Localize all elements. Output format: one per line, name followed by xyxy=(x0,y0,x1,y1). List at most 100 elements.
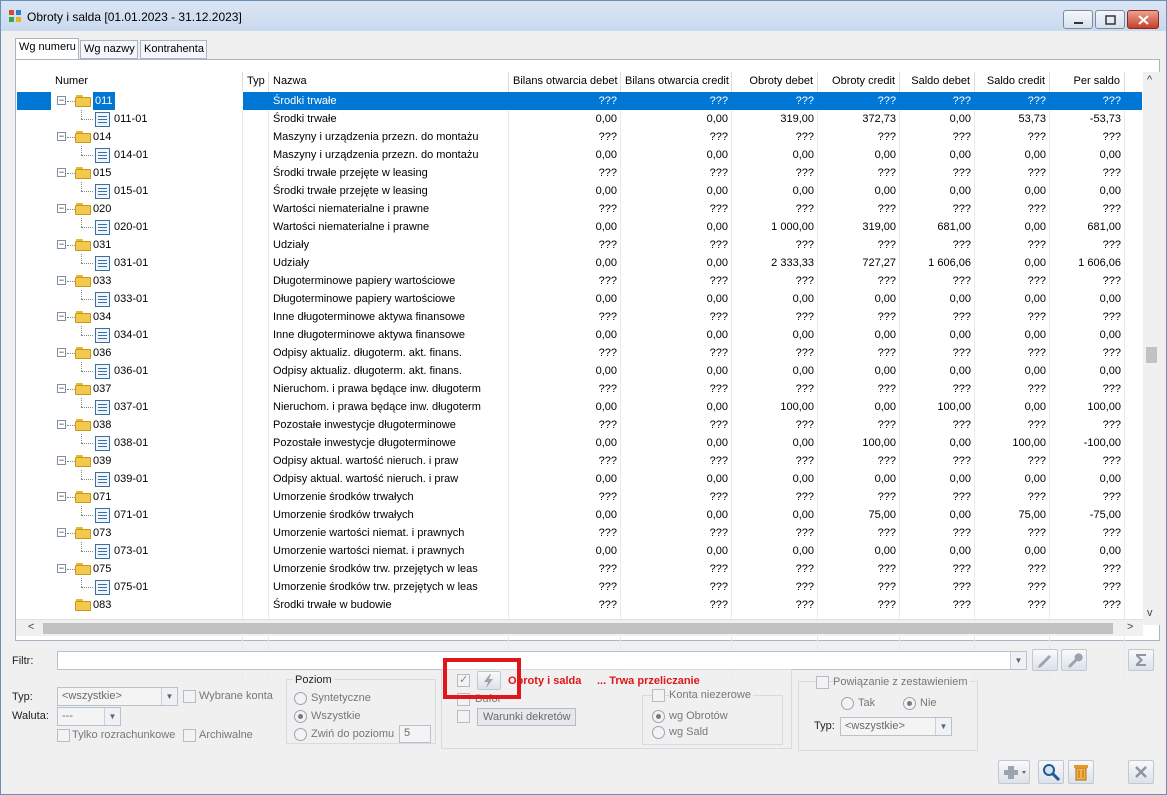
zwin-radio[interactable] xyxy=(294,728,307,741)
table-row[interactable]: 020-01 Wartości niematerialne i prawne 0,0… xyxy=(17,218,1142,236)
table-row[interactable]: 015-01 Środki trwałe przejęte w leasing 0,… xyxy=(17,182,1142,200)
numer-cell[interactable]: 033-01 xyxy=(51,290,243,308)
numer-cell[interactable]: − 039 xyxy=(51,452,243,470)
sum-button[interactable] xyxy=(1128,649,1154,671)
collapse-toggle-icon[interactable]: − xyxy=(57,528,66,537)
search-button[interactable] xyxy=(1038,760,1064,784)
column-header[interactable]: Nazwa xyxy=(269,72,509,91)
close-window-button[interactable] xyxy=(1127,10,1159,29)
table-row[interactable]: − 014 Maszyny i urządzenia przezn. do mont… xyxy=(17,128,1142,146)
numer-cell[interactable]: − 073 xyxy=(51,524,243,542)
column-header[interactable]: Bilans otwarcia credit xyxy=(621,72,732,91)
table-row[interactable]: 037-01 Nieruchom. i prawa będące inw. dłu… xyxy=(17,398,1142,416)
table-row[interactable]: − 038 Pozostałe inwestycje długoterminowe?… xyxy=(17,416,1142,434)
numer-cell[interactable]: − 033 xyxy=(51,272,243,290)
numer-cell[interactable]: 071-01 xyxy=(51,506,243,524)
numer-cell[interactable]: − 075 xyxy=(51,560,243,578)
table-row[interactable]: − 036 Odpisy aktualiz. długoterm. akt. fin… xyxy=(17,344,1142,362)
collapse-toggle-icon[interactable]: − xyxy=(57,492,66,501)
numer-cell[interactable]: 083 xyxy=(51,596,243,614)
column-header[interactable]: Numer xyxy=(51,72,243,91)
table-row[interactable]: 039-01 Odpisy aktual. wartość nieruch. i … xyxy=(17,470,1142,488)
wg-sald-radio[interactable] xyxy=(652,726,665,739)
numer-cell[interactable]: − 034 xyxy=(51,308,243,326)
numer-cell[interactable]: 011-01 xyxy=(51,110,243,128)
table-row[interactable]: − 037 Nieruchom. i prawa będące inw. długo… xyxy=(17,380,1142,398)
collapse-toggle-icon[interactable]: − xyxy=(57,168,66,177)
powiazanie-typ-dropdown-button[interactable]: ▼ xyxy=(935,718,951,735)
column-header[interactable]: Bilans otwarcia debet xyxy=(509,72,621,91)
collapse-toggle-icon[interactable]: − xyxy=(57,456,66,465)
konta-niezerowe-checkbox[interactable] xyxy=(652,689,665,702)
wybrane-konta-checkbox[interactable] xyxy=(183,690,196,703)
numer-cell[interactable]: − 020 xyxy=(51,200,243,218)
typ-select[interactable]: <wszystkie> ▼ xyxy=(57,687,178,706)
table-row[interactable]: − 039 Odpisy aktual. wartość nieruch. i pr… xyxy=(17,452,1142,470)
minimize-button[interactable] xyxy=(1063,10,1093,29)
column-header[interactable]: Saldo debet xyxy=(900,72,975,91)
table-row[interactable]: − 034 Inne długoterminowe aktywa finansowe… xyxy=(17,308,1142,326)
numer-cell[interactable]: − 011 xyxy=(51,92,243,110)
table-row[interactable]: 014-01 Maszyny i urządzenia przezn. do mo… xyxy=(17,146,1142,164)
edit-filter-button[interactable] xyxy=(1032,649,1058,671)
table-row[interactable]: 038-01 Pozostałe inwestycje długoterminow… xyxy=(17,434,1142,452)
table-row[interactable]: 075-01 Umorzenie środków trw. przejętych … xyxy=(17,578,1142,596)
delete-button[interactable] xyxy=(1068,760,1094,784)
numer-cell[interactable]: 014-01 xyxy=(51,146,243,164)
table-row[interactable]: 083 Środki trwałe w budowie??????????????… xyxy=(17,596,1142,614)
filter-input[interactable]: ▼ xyxy=(57,651,1027,670)
scroll-right-icon[interactable]: > xyxy=(1127,621,1133,633)
scroll-down-icon[interactable]: v xyxy=(1147,607,1153,619)
numer-cell[interactable]: 031-01 xyxy=(51,254,243,272)
tab-wg-numeru[interactable]: Wg numeru xyxy=(15,38,79,60)
numer-cell[interactable]: 038-01 xyxy=(51,434,243,452)
tylko-rozrachunkowe-checkbox[interactable] xyxy=(57,729,70,742)
horizontal-scrollbar[interactable]: < > xyxy=(16,619,1143,636)
powiazanie-checkbox[interactable] xyxy=(816,676,829,689)
numer-cell[interactable]: 075-01 xyxy=(51,578,243,596)
typ-dropdown-button[interactable]: ▼ xyxy=(161,688,177,705)
waluta-dropdown-button[interactable]: ▼ xyxy=(104,708,120,725)
table-row[interactable]: 033-01 Długoterminowe papiery wartościowe… xyxy=(17,290,1142,308)
accounts-grid[interactable]: Numer Typ Nazwa Bilans otwarcia debet Bilans… xyxy=(17,72,1142,680)
numer-cell[interactable]: 020-01 xyxy=(51,218,243,236)
table-row[interactable]: 011-01 Środki trwałe 0,00 0,00 319,00 372,73 0… xyxy=(17,110,1142,128)
column-header[interactable]: Obroty debet xyxy=(732,72,818,91)
numer-cell[interactable]: − 071 xyxy=(51,488,243,506)
add-button[interactable] xyxy=(998,760,1030,784)
warunki-dekretow-button[interactable]: Warunki dekretów xyxy=(477,708,576,726)
table-row[interactable]: 031-01 Udziały 0,00 0,00 2 333,33 727,27 1 606… xyxy=(17,254,1142,272)
scroll-up-icon[interactable]: ^ xyxy=(1147,74,1152,86)
wg-obrotow-radio[interactable] xyxy=(652,710,665,723)
scroll-left-icon[interactable]: < xyxy=(28,621,34,633)
tab-wg-nazwy[interactable]: Wg nazwy xyxy=(80,40,138,59)
numer-cell[interactable]: 037-01 xyxy=(51,398,243,416)
close-form-button[interactable] xyxy=(1128,760,1154,784)
filter-builder-button[interactable] xyxy=(1061,649,1087,671)
level-stepper[interactable]: 5 xyxy=(399,725,431,743)
numer-cell[interactable]: − 014 xyxy=(51,128,243,146)
column-header[interactable]: Per saldo xyxy=(1050,72,1125,91)
archiwalne-checkbox[interactable] xyxy=(183,729,196,742)
tak-radio[interactable] xyxy=(841,697,854,710)
collapse-toggle-icon[interactable]: − xyxy=(57,96,66,105)
table-row[interactable]: − 075 Umorzenie środków trw. przejętych w … xyxy=(17,560,1142,578)
collapse-toggle-icon[interactable]: − xyxy=(57,276,66,285)
numer-cell[interactable]: − 015 xyxy=(51,164,243,182)
collapse-toggle-icon[interactable]: − xyxy=(57,348,66,357)
collapse-toggle-icon[interactable]: − xyxy=(57,240,66,249)
collapse-toggle-icon[interactable]: − xyxy=(57,420,66,429)
powiazanie-typ-select[interactable]: <wszystkie> ▼ xyxy=(840,717,952,736)
numer-cell[interactable]: − 031 xyxy=(51,236,243,254)
collapse-toggle-icon[interactable]: − xyxy=(57,312,66,321)
collapse-toggle-icon[interactable]: − xyxy=(57,132,66,141)
numer-cell[interactable]: 034-01 xyxy=(51,326,243,344)
collapse-toggle-icon[interactable]: − xyxy=(57,384,66,393)
numer-cell[interactable]: − 038 xyxy=(51,416,243,434)
column-header[interactable]: Saldo credit xyxy=(975,72,1050,91)
table-row[interactable]: 073-01 Umorzenie wartości niemat. i prawn… xyxy=(17,542,1142,560)
numer-cell[interactable]: 036-01 xyxy=(51,362,243,380)
horizontal-scroll-thumb[interactable] xyxy=(43,623,1113,634)
collapse-toggle-icon[interactable]: − xyxy=(57,204,66,213)
table-row[interactable]: − 073 Umorzenie wartości niemat. i prawnyc… xyxy=(17,524,1142,542)
